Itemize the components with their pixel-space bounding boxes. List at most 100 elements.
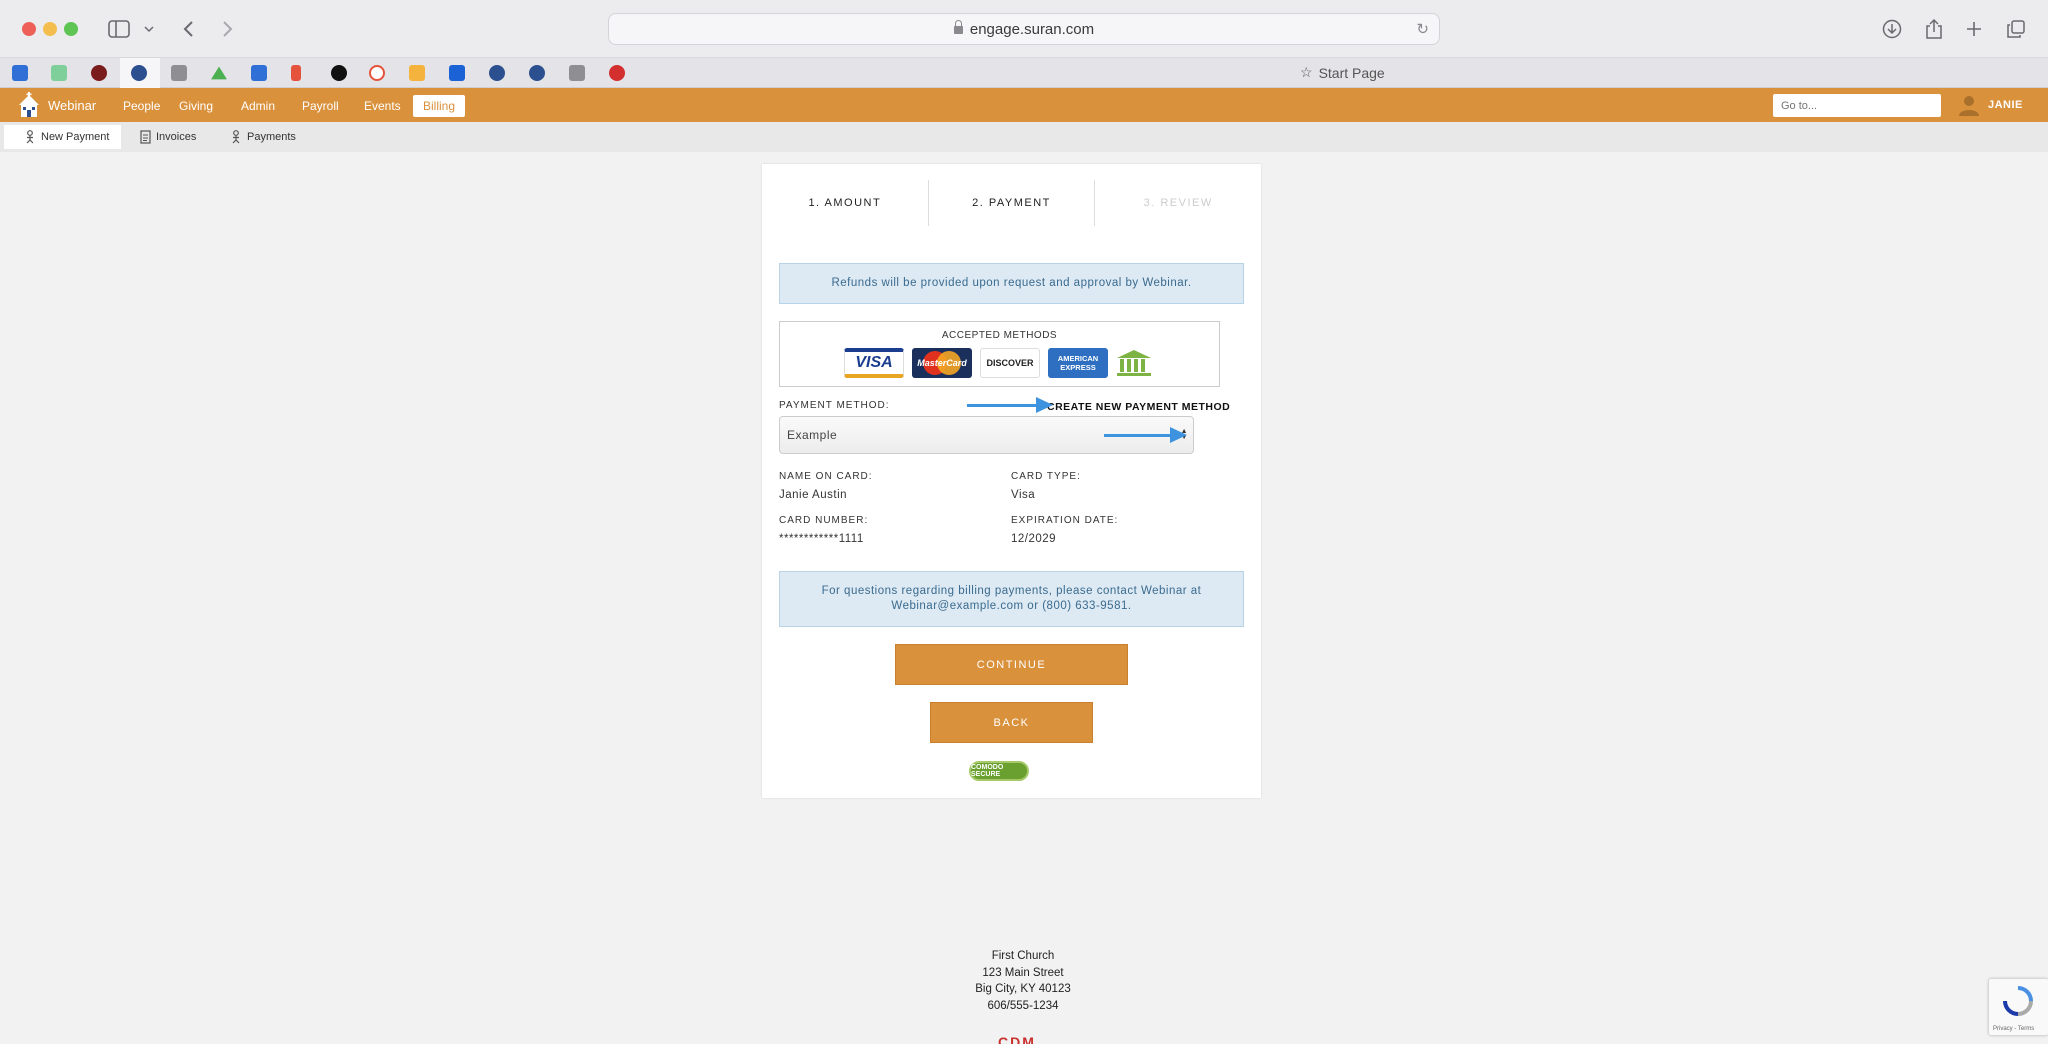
sheets-icon[interactable] [51, 65, 67, 81]
contact-notice-line1: For questions regarding billing payments… [821, 585, 1202, 597]
billing-contact-notice: For questions regarding billing payments… [779, 571, 1244, 627]
discover-text: DISCOVER [986, 358, 1034, 368]
name-on-card-label: NAME ON CARD: [779, 471, 873, 482]
nav-events[interactable]: Events [354, 95, 411, 117]
contact-notice-line2: Webinar@example.com or (800) 633-9581. [891, 600, 1132, 612]
people-icon[interactable] [131, 65, 147, 81]
box-icon[interactable] [449, 65, 465, 81]
recaptcha-icon [2003, 986, 2033, 1016]
start-page-label: Start Page [1318, 64, 1385, 81]
tab-new-payment[interactable]: New Payment [4, 125, 122, 149]
amex-logo: AMERICAN EXPRESS [1048, 348, 1108, 378]
download-icon[interactable] [1880, 14, 1904, 44]
mastercard-text: MasterCard [917, 358, 967, 368]
footer-phone: 606/555-1234 [987, 999, 1059, 1012]
mastercard-logo: MasterCard [912, 348, 972, 378]
footer-street: 123 Main Street [982, 966, 1064, 979]
figma-icon[interactable] [291, 65, 301, 81]
visa-text: VISA [855, 354, 893, 371]
nav-admin[interactable]: Admin [231, 95, 285, 117]
annotation-arrow-line [1104, 434, 1171, 437]
tab-invoices-label: Invoices [156, 131, 197, 143]
invoice-icon [140, 130, 151, 144]
name-on-card-value: Janie Austin [779, 489, 848, 501]
clock-icon[interactable] [369, 65, 385, 81]
tab-overview-icon[interactable] [2004, 14, 2028, 44]
payment-method-label: PAYMENT METHOD: [779, 400, 890, 411]
avatar [1959, 96, 1979, 116]
reload-icon[interactable]: ↻ [1416, 20, 1429, 38]
red-app-icon[interactable] [609, 65, 625, 81]
user-menu[interactable]: JANIE [1958, 94, 2023, 116]
people-icon[interactable] [529, 65, 545, 81]
u-app-icon[interactable] [569, 65, 585, 81]
chevron-down-icon[interactable] [142, 14, 156, 44]
back-arrow-icon[interactable] [178, 14, 198, 44]
footer-org: First Church [991, 950, 1055, 962]
bank-icon [1117, 350, 1151, 376]
create-payment-method-link[interactable]: CREATE NEW PAYMENT METHOD [1047, 401, 1230, 413]
brand[interactable]: Webinar [16, 92, 96, 118]
people-icon[interactable] [489, 65, 505, 81]
forward-arrow-icon[interactable] [218, 14, 238, 44]
recaptcha-badge[interactable]: Privacy - Terms [1989, 979, 2048, 1035]
jira-icon[interactable] [251, 65, 267, 81]
amex-text: AMERICAN EXPRESS [1057, 354, 1099, 372]
address-bar[interactable]: engage.suran.com ↻ [608, 13, 1440, 45]
new-tab-icon[interactable] [1962, 14, 1986, 44]
jira-icon[interactable] [12, 65, 28, 81]
share-icon[interactable] [1922, 14, 1946, 44]
visa-logo: VISA [844, 348, 904, 378]
lock-icon [953, 20, 963, 34]
nav-people[interactable]: People [113, 95, 170, 117]
user-name: JANIE [1988, 99, 2023, 111]
card-number-label: CARD NUMBER: [779, 515, 869, 526]
step-indicator: 1. AMOUNT 2. PAYMENT 3. REVIEW [762, 180, 1261, 226]
refund-notice: Refunds will be provided upon request an… [779, 263, 1244, 304]
refund-notice-text: Refunds will be provided upon request an… [831, 277, 1192, 289]
new-payment-icon [26, 130, 34, 144]
spotify-icon[interactable] [331, 65, 347, 81]
pinned-tabs-bar [0, 58, 2048, 88]
expiration-date-label: EXPIRATION DATE: [1011, 515, 1119, 526]
accepted-methods-title: ACCEPTED METHODS [941, 330, 1058, 341]
tab-invoices[interactable]: Invoices [120, 125, 208, 149]
annotation-arrow-line [967, 404, 1037, 407]
payment-card: 1. AMOUNT 2. PAYMENT 3. REVIEW Refunds w… [762, 164, 1261, 798]
close-window-button[interactable] [22, 22, 36, 36]
secure-badge-text: COMODO SECURE [971, 764, 1004, 778]
sidebar-toggle-icon[interactable] [106, 14, 132, 44]
nav-billing[interactable]: Billing [413, 95, 466, 117]
accepted-methods: ACCEPTED METHODS VISA MasterCard DISCOVE… [779, 321, 1220, 387]
browser-toolbar: engage.suran.com ↻ [0, 0, 2048, 58]
step-payment: 2. PAYMENT [927, 180, 1095, 226]
annotation-arrow-head-icon [1036, 397, 1053, 413]
footer-logo: CDM [998, 1034, 1036, 1044]
continue-button[interactable]: CONTINUE [895, 644, 1128, 685]
nav-payroll[interactable]: Payroll [292, 95, 349, 117]
footer-city: Big City, KY 40123 [975, 983, 1071, 995]
circle-app-icon[interactable] [91, 65, 107, 81]
start-page-tab[interactable]: ☆ Start Page [1300, 64, 1385, 81]
recaptcha-terms[interactable]: Privacy - Terms [1993, 1026, 2034, 1032]
app-navbar: Webinar People Giving Admin Payroll Even… [0, 88, 2048, 122]
a-app-icon[interactable] [171, 65, 187, 81]
church-address: First Church 123 Main Street Big City, K… [923, 948, 1123, 1014]
url-text: engage.suran.com [969, 20, 1095, 38]
expiration-date-value: 12/2029 [1011, 533, 1057, 545]
card-type-label: CARD TYPE: [1011, 471, 1081, 482]
annotation-arrow-head-icon [1170, 427, 1187, 443]
card-type-value: Visa [1011, 489, 1036, 501]
zoom-window-button[interactable] [64, 22, 78, 36]
card-number-value: ************1111 [779, 533, 864, 545]
step-amount[interactable]: 1. AMOUNT [762, 180, 928, 226]
tasks-icon[interactable] [409, 65, 425, 81]
star-icon: ☆ [1300, 64, 1313, 80]
back-button[interactable]: BACK [930, 702, 1093, 743]
church-logo-icon [19, 92, 39, 117]
tab-payments[interactable]: Payments [210, 125, 308, 149]
payments-icon [232, 130, 240, 144]
nav-giving[interactable]: Giving [169, 95, 223, 117]
goto-search-input[interactable] [1773, 94, 1941, 117]
minimize-window-button[interactable] [43, 22, 57, 36]
